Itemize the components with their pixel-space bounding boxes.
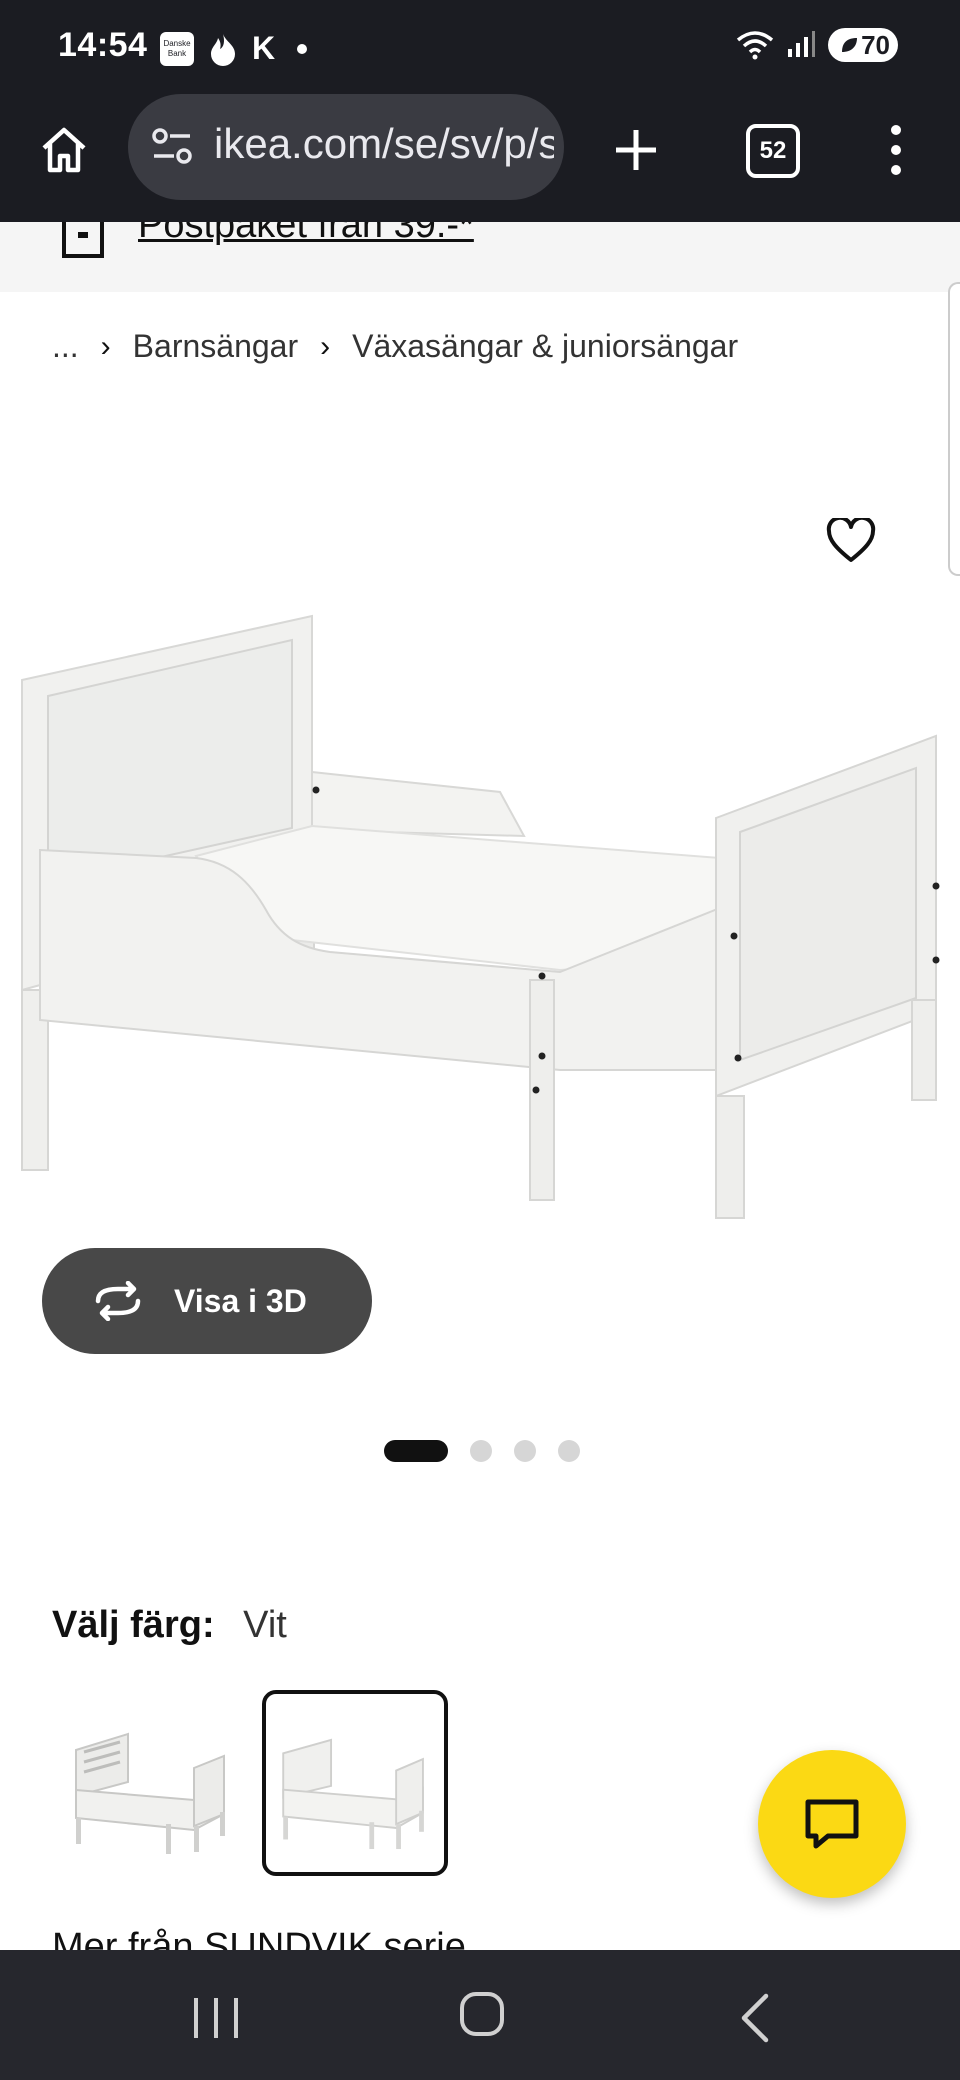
wifi-icon: [736, 31, 774, 60]
rotate-3d-icon: [95, 1281, 141, 1321]
color-label: Välj färg:: [52, 1604, 215, 1646]
color-swatch-selected[interactable]: [262, 1690, 448, 1876]
system-navigation-bar: [0, 1950, 960, 2080]
color-selector-heading: Välj färg: Vit: [52, 1604, 287, 1647]
package-icon: [62, 222, 104, 258]
chat-bubble-icon: [805, 1799, 859, 1849]
breadcrumb: ... › Barnsängar › Växasängar & juniorsä…: [52, 328, 738, 365]
shipping-link[interactable]: Postpaket från 39.-*: [138, 222, 474, 247]
battery-indicator: 70: [828, 28, 898, 62]
battery-level: 70: [861, 29, 890, 60]
leaf-icon: [842, 38, 858, 52]
image-pagination: [384, 1440, 580, 1462]
recent-apps-icon[interactable]: [188, 1994, 244, 2042]
home-icon[interactable]: [36, 122, 92, 178]
site-settings-icon[interactable]: [150, 124, 194, 168]
more-options-icon[interactable]: [884, 124, 908, 176]
tab-switcher-button[interactable]: 52: [746, 124, 800, 178]
product-image-bed[interactable]: [0, 600, 960, 1240]
view-3d-label: Visa i 3D: [174, 1282, 307, 1319]
status-bar: 14:54 Danske Bank K 70: [0, 0, 960, 94]
breadcrumb-ellipsis[interactable]: ...: [52, 328, 79, 365]
shipping-banner: Postpaket från 39.-*: [0, 222, 960, 292]
notification-k-icon: K: [252, 30, 276, 66]
view-3d-button[interactable]: Visa i 3D: [42, 1248, 372, 1354]
chevron-right-icon: ›: [320, 329, 331, 363]
breadcrumb-vaxasangar[interactable]: Växasängar & juniorsängar: [352, 328, 738, 365]
breadcrumb-barnsangar[interactable]: Barnsängar: [133, 328, 298, 365]
pagination-dot[interactable]: [470, 1440, 492, 1462]
url-text[interactable]: ikea.com/se/sv/p/s: [214, 120, 554, 168]
address-bar[interactable]: ikea.com/se/sv/p/s: [128, 94, 564, 200]
more-notifications-dot: [297, 43, 308, 54]
notification-icons: Danske Bank K: [160, 30, 308, 67]
status-time: 14:54: [58, 26, 148, 64]
chat-button[interactable]: [758, 1750, 906, 1898]
color-value: Vit: [243, 1604, 287, 1646]
pagination-dot[interactable]: [514, 1440, 536, 1462]
scrollbar[interactable]: [948, 282, 960, 576]
browser-toolbar: ikea.com/se/sv/p/s 52: [0, 94, 960, 222]
flame-icon: [211, 33, 235, 66]
pagination-dot[interactable]: [558, 1440, 580, 1462]
new-tab-icon[interactable]: [608, 122, 664, 178]
heart-icon[interactable]: [826, 518, 876, 564]
system-icons: 70: [736, 28, 898, 62]
system-home-icon[interactable]: [458, 1990, 506, 2038]
danske-bank-app-icon: Danske Bank: [160, 31, 194, 66]
chevron-right-icon: ›: [100, 329, 111, 363]
signal-icon: [788, 31, 815, 57]
pagination-dot-active[interactable]: [384, 1440, 448, 1462]
color-swatch-option[interactable]: [54, 1690, 240, 1876]
back-icon[interactable]: [734, 1990, 774, 2046]
tab-count: 52: [759, 137, 787, 164]
